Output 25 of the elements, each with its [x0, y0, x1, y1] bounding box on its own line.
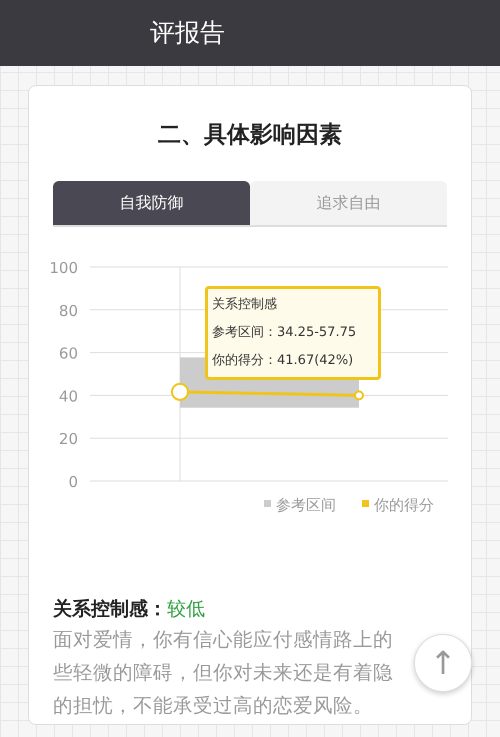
tab[interactable]: 追求自由 [250, 180, 447, 224]
section-title: 二、具体影响因素 [158, 122, 342, 148]
page-title: 评报告 [150, 17, 225, 50]
legend-label: 你的得分 [374, 496, 434, 514]
description-text: 些轻微的障碍，但你对未来还是有着隐 [53, 661, 393, 684]
description-text: 的担忧，不能承受过高的恋爱风险。 [53, 694, 373, 717]
data-point [171, 382, 189, 400]
arrow-up-icon: ↑ [430, 647, 456, 679]
tooltip-text: 你的得分：41.67(42%) [212, 352, 354, 370]
level-text: 较低 [167, 598, 205, 620]
legend-label: 参考区间 [276, 496, 336, 514]
factor-label: 关系控制感： [53, 598, 167, 620]
y-axis-label: 40 [58, 386, 78, 405]
legend-swatch [362, 500, 369, 506]
data-point [354, 390, 364, 400]
y-axis-label: 80 [58, 301, 78, 320]
y-axis-label: 20 [58, 430, 78, 448]
tooltip-title: 关系控制感 [212, 296, 278, 314]
y-axis-label: 0 [68, 472, 78, 490]
legend-swatch [264, 500, 271, 506]
y-axis-label: 100 [49, 258, 78, 276]
y-axis-label: 60 [58, 344, 78, 362]
tab[interactable]: 自我防御 [53, 180, 250, 224]
tooltip-text: 参考区间：34.25-57.75 [212, 324, 358, 342]
description-text: 面对爱情，你有信心能应付感情路上的 [53, 628, 393, 651]
